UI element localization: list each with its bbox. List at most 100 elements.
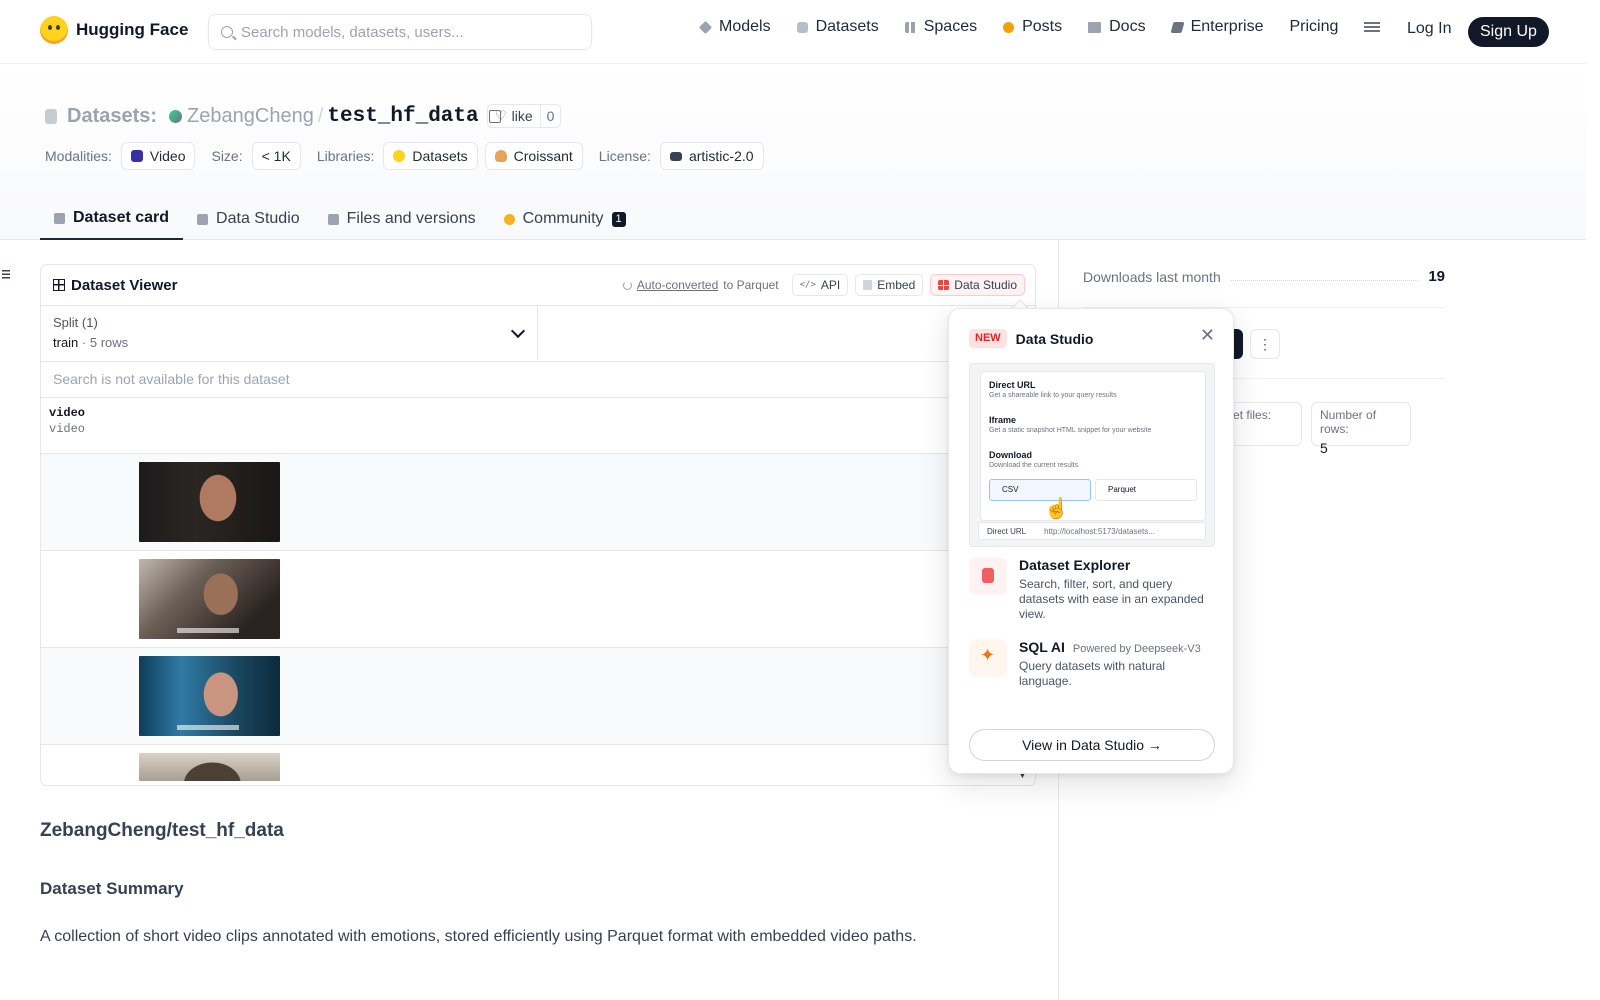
video-thumbnail[interactable]: [139, 753, 280, 781]
nav-datasets[interactable]: Datasets: [796, 18, 879, 36]
nav-posts[interactable]: Posts: [1003, 18, 1062, 36]
top-nav-bar: Hugging Face Models Datasets Spaces Post…: [0, 0, 1586, 64]
home-logo-link[interactable]: Hugging Face: [40, 16, 188, 44]
more-options-button[interactable]: ⋮: [1250, 329, 1280, 359]
viewer-header: Dataset Viewer Auto-converted to Parquet…: [41, 265, 1035, 306]
auto-converted-link[interactable]: Auto-converted: [637, 278, 718, 292]
docs-icon: [1088, 21, 1102, 33]
repo-tabs: Dataset card Data Studio Files and versi…: [40, 198, 640, 240]
auto-converted-note: Auto-converted to Parquet: [622, 278, 779, 292]
table-row[interactable]: [41, 551, 1035, 648]
croissant-icon: [494, 150, 507, 162]
viewer-title: Dataset Viewer: [71, 276, 178, 294]
column-type: video: [49, 422, 86, 436]
preview-csv-button: CSV: [989, 479, 1091, 501]
sql-ai-desc: Query datasets with natural language.: [1019, 659, 1166, 688]
refresh-icon: [622, 280, 632, 290]
column-header-video[interactable]: video video: [41, 398, 1035, 454]
tab-community[interactable]: Community 1: [490, 198, 640, 240]
tab-dataset-card[interactable]: Dataset card: [40, 198, 184, 240]
nav-spaces[interactable]: Spaces: [904, 18, 978, 36]
preview-url-bar: Direct URL http://localhost:5173/dataset…: [978, 522, 1206, 540]
size-tag[interactable]: < 1K: [251, 142, 301, 170]
preview-url: http://localhost:5173/datasets...: [1044, 526, 1155, 536]
preview-download-buttons: CSV Parquet: [989, 479, 1197, 501]
more-menu-button[interactable]: [1364, 22, 1381, 32]
library-tag-croissant[interactable]: Croissant: [484, 142, 583, 170]
license-tag-label: artistic-2.0: [688, 148, 754, 164]
subtitle-overlay: [177, 725, 239, 730]
nav-docs-label: Docs: [1109, 18, 1146, 35]
nav-pricing[interactable]: Pricing: [1289, 18, 1338, 36]
tab-data-studio[interactable]: Data Studio: [183, 198, 314, 240]
library-datasets-label: Datasets: [412, 148, 468, 164]
tab-dataset-card-label: Dataset card: [73, 209, 170, 226]
to-parquet-text: to Parquet: [723, 278, 779, 292]
split-selector[interactable]: Split (1) train · 5 rows: [41, 306, 538, 361]
video-thumbnail[interactable]: [139, 656, 280, 736]
close-icon[interactable]: ✕: [1200, 325, 1215, 346]
downloads-leader: [1230, 273, 1419, 281]
dataset-viewer: Dataset Viewer Auto-converted to Parquet…: [40, 264, 1036, 786]
view-in-data-studio-button[interactable]: View in Data Studio →: [969, 729, 1215, 761]
downloads-label: Downloads last month: [1083, 268, 1221, 285]
table-row[interactable]: [41, 648, 1035, 745]
preview-iframe-desc: Get a static snapshot HTML snippet for y…: [989, 427, 1152, 434]
search-input[interactable]: [241, 23, 571, 41]
main-nav: Models Datasets Spaces Posts Docs Enterp…: [698, 18, 1381, 36]
tab-files-and-versions[interactable]: Files and versions: [314, 198, 490, 240]
column-name: video: [49, 406, 86, 420]
tab-files-label: Files and versions: [346, 210, 476, 227]
files-icon: [327, 213, 339, 225]
community-icon: [503, 213, 515, 225]
repo-metadata: Modalities: Video Size: < 1K Libraries: …: [45, 142, 780, 170]
preview-direct-url-desc: Get a shareable link to your query resul…: [989, 392, 1117, 399]
nav-enterprise[interactable]: Enterprise: [1170, 18, 1263, 36]
license-tag[interactable]: artistic-2.0: [659, 142, 764, 170]
models-icon: [698, 20, 713, 34]
login-link[interactable]: Log In: [1407, 20, 1451, 38]
owner-link[interactable]: ZebangCheng: [187, 105, 314, 128]
table-row[interactable]: [41, 454, 1035, 551]
like-count[interactable]: 0: [541, 105, 561, 127]
size-tag-label: < 1K: [261, 148, 291, 164]
hugging-face-icon: [393, 150, 406, 162]
dataset-explorer-text: Dataset Explorer Search, filter, sort, a…: [1019, 557, 1215, 622]
data-studio-button[interactable]: Data Studio: [930, 274, 1025, 296]
rows-stat: Number of rows: 5: [1311, 402, 1411, 456]
nav-spaces-label: Spaces: [923, 18, 978, 35]
tab-data-studio-label: Data Studio: [216, 210, 300, 227]
breadcrumb: Datasets: ZebangCheng / test_hf_data: [45, 105, 501, 128]
like-button[interactable]: ♡ like: [488, 105, 541, 127]
library-tag-datasets[interactable]: Datasets: [383, 142, 478, 170]
video-thumbnail[interactable]: [139, 462, 280, 542]
video-thumbnail[interactable]: [139, 559, 280, 639]
menu-icon: [1364, 22, 1381, 32]
summary-text: A collection of short video clips annota…: [40, 928, 917, 945]
embed-button[interactable]: Embed: [855, 274, 924, 296]
nav-docs[interactable]: Docs: [1088, 18, 1146, 36]
api-button[interactable]: </> API: [791, 274, 849, 296]
sql-ai-powered-by: Powered by Deepseek-V3: [1072, 643, 1201, 655]
search-box[interactable]: [208, 14, 592, 50]
hand-cursor-icon: ☝: [1044, 498, 1069, 520]
video-icon: [130, 150, 143, 162]
rows-label: Number of rows:: [1320, 408, 1377, 436]
signup-button[interactable]: Sign Up: [1468, 17, 1549, 47]
modality-tag[interactable]: Video: [120, 142, 196, 170]
size-label: Size:: [211, 148, 243, 164]
nav-datasets-label: Datasets: [815, 18, 879, 35]
table-row[interactable]: [41, 745, 1035, 785]
data-studio-popover: NEW Data Studio ✕ Direct URL Get a share…: [948, 308, 1234, 774]
summary-heading: Dataset Summary: [40, 879, 184, 898]
repo-name-link[interactable]: test_hf_data: [327, 105, 478, 128]
viewer-search: Search is not available for this dataset: [41, 362, 1035, 398]
downloads-value: 19: [1428, 268, 1445, 285]
repo-type-label[interactable]: Datasets:: [67, 105, 157, 128]
toc-toggle-icon[interactable]: [2, 270, 10, 279]
sql-ai-title: SQL AI: [1019, 639, 1065, 655]
enterprise-icon: [1170, 21, 1185, 33]
nav-models[interactable]: Models: [698, 18, 771, 36]
split-dot: ·: [81, 335, 87, 350]
like-widget: ♡ like 0: [487, 104, 562, 128]
